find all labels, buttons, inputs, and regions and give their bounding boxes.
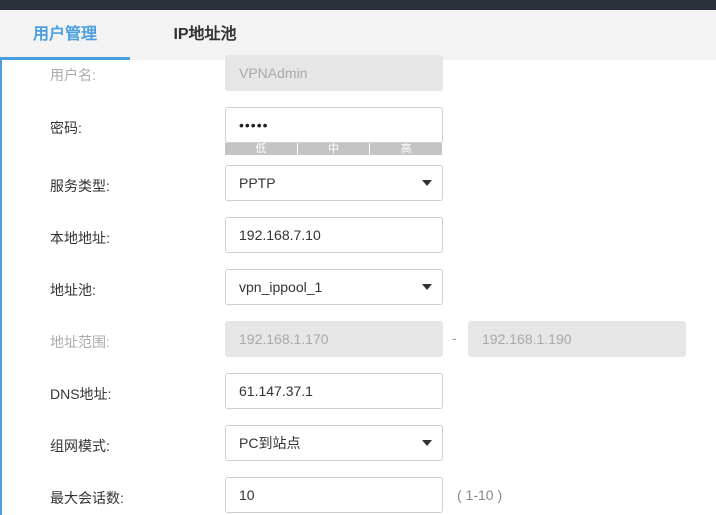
address-range-separator: - (452, 330, 457, 346)
caret-down-icon (422, 440, 432, 446)
max-sessions-hint: ( 1-10 ) (457, 487, 503, 503)
address-range-end-value: 192.168.1.190 (482, 331, 572, 347)
password-field[interactable]: ••••• (225, 107, 443, 143)
top-bar (0, 0, 716, 10)
address-range-end-field: 192.168.1.190 (468, 321, 686, 357)
local-address-value: 192.168.7.10 (239, 227, 321, 243)
tab-ip-pool-label: IP地址池 (173, 26, 237, 43)
address-range-start-value: 192.168.1.170 (239, 331, 329, 347)
max-sessions-input[interactable]: 10 (225, 477, 443, 513)
address-range-label: 地址范围: (50, 334, 110, 350)
address-pool-select[interactable]: vpn_ippool_1 (225, 269, 443, 305)
address-pool-value: vpn_ippool_1 (239, 279, 323, 295)
service-type-label: 服务类型: (50, 178, 110, 194)
tab-user-management[interactable]: 用户管理 (0, 10, 130, 60)
service-type-select[interactable]: PPTP (225, 165, 443, 201)
tab-ip-pool[interactable]: IP地址池 (140, 10, 270, 60)
dns-address-label: DNS地址: (50, 386, 112, 402)
address-range-start-field: 192.168.1.170 (225, 321, 443, 357)
caret-down-icon (422, 284, 432, 290)
tab-bar: 用户管理 IP地址池 (0, 10, 716, 60)
username-value: VPNAdmin (239, 65, 308, 81)
password-label: 密码: (50, 120, 82, 136)
strength-low: 低 (225, 143, 297, 155)
active-tab-indicator (0, 57, 130, 60)
dns-address-input[interactable]: 61.147.37.1 (225, 373, 443, 409)
dns-address-value: 61.147.37.1 (239, 383, 313, 399)
caret-down-icon (422, 180, 432, 186)
local-address-input[interactable]: 192.168.7.10 (225, 217, 443, 253)
max-sessions-value: 10 (239, 487, 255, 503)
network-mode-value: PC到站点 (239, 435, 301, 451)
tab-user-management-label: 用户管理 (32, 26, 97, 43)
network-mode-label: 组网模式: (50, 438, 110, 454)
username-field: VPNAdmin (225, 55, 443, 91)
username-label: 用户名: (50, 67, 96, 83)
service-type-value: PPTP (239, 175, 276, 191)
max-sessions-label: 最大会话数: (50, 490, 124, 506)
password-value: ••••• (239, 117, 269, 133)
strength-medium: 中 (296, 143, 370, 155)
network-mode-select[interactable]: PC到站点 (225, 425, 443, 461)
password-strength-meter: 低 中 高 (225, 143, 443, 155)
address-pool-label: 地址池: (50, 282, 96, 298)
local-address-label: 本地地址: (50, 230, 110, 246)
content-left-border (0, 60, 2, 515)
strength-high: 高 (369, 143, 443, 155)
